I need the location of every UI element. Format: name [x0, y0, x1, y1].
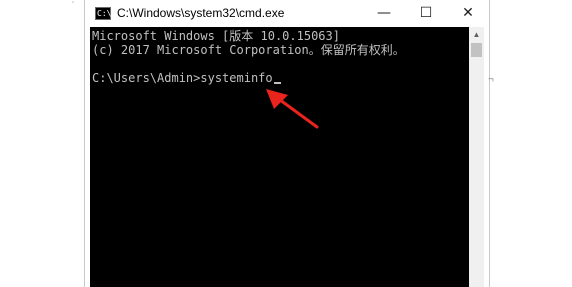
console-command: C:\Users\Admin>systeminfo	[92, 71, 273, 85]
cmd-app-icon[interactable]: C:\	[95, 7, 111, 20]
console-prompt-line: C:\Users\Admin>systeminfo	[92, 71, 281, 85]
background-edge-mark: '	[72, 0, 74, 11]
maximize-button[interactable]: ☐	[405, 0, 447, 27]
cmd-window: C:\ C:\Windows\system32\cmd.exe — ☐ ✕ Mi…	[84, 0, 490, 287]
console-area[interactable]: Microsoft Windows [版本 10.0.15063] (c) 20…	[90, 27, 469, 287]
scroll-up-arrow-icon[interactable]: ▲	[469, 29, 484, 41]
console-line-version: Microsoft Windows [版本 10.0.15063]	[92, 29, 340, 43]
console-line-copyright: (c) 2017 Microsoft Corporation。保留所有权利。	[92, 43, 405, 57]
text-cursor	[273, 82, 281, 84]
arrow-head	[266, 89, 288, 109]
vertical-scrollbar[interactable]: ▲	[469, 27, 484, 287]
arrow-shaft	[274, 95, 319, 129]
red-arrow-pointer-icon	[266, 89, 319, 129]
title-bar[interactable]: C:\ C:\Windows\system32\cmd.exe — ☐ ✕	[85, 0, 489, 27]
close-button[interactable]: ✕	[447, 0, 489, 27]
minimize-button[interactable]: —	[363, 0, 405, 27]
scroll-thumb[interactable]	[471, 43, 482, 57]
window-title: C:\Windows\system32\cmd.exe	[117, 6, 285, 20]
background-edge-mark-right: ¬	[488, 74, 494, 85]
